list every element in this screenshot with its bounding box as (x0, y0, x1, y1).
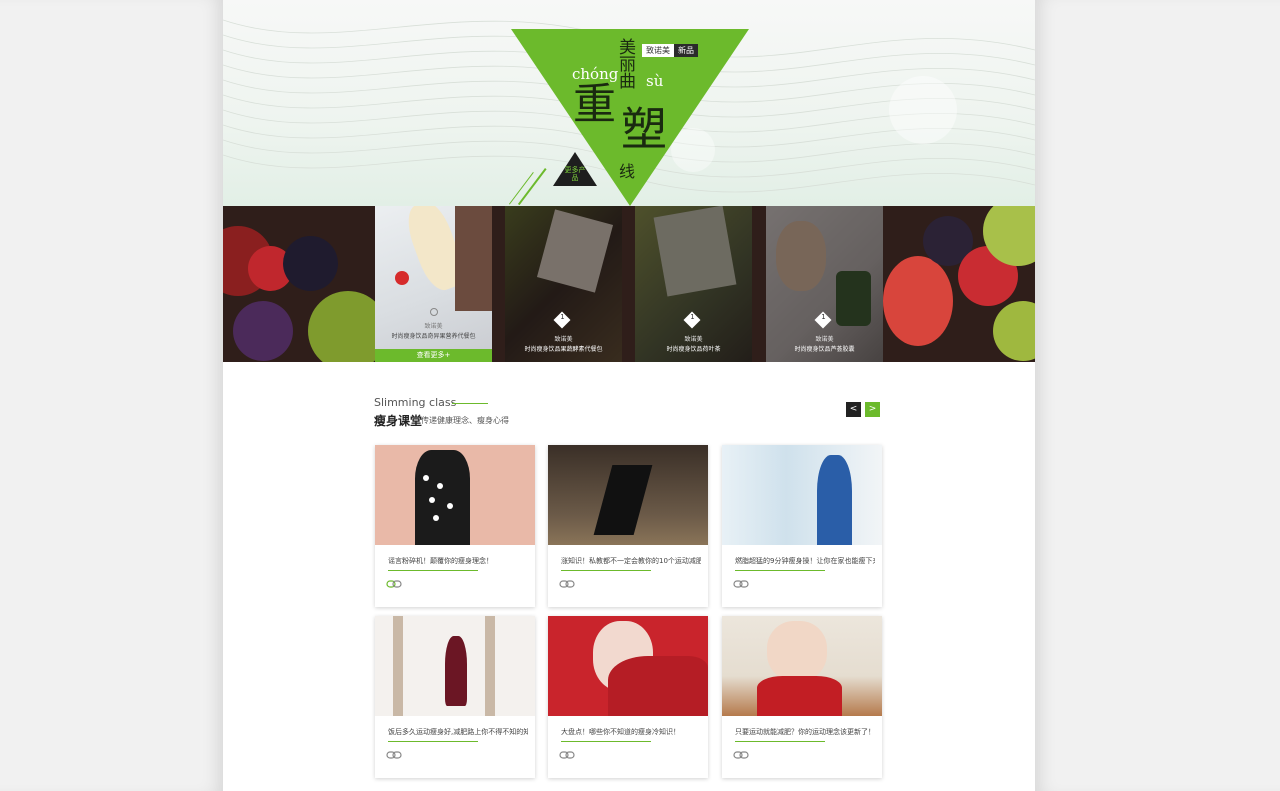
link-icon[interactable] (386, 750, 402, 760)
grapefruit-decoration (883, 256, 953, 346)
article-underline (735, 570, 825, 571)
article-underline (735, 741, 825, 742)
view-more-button[interactable]: 查看更多+ (375, 349, 492, 362)
article-title[interactable]: 涨知识！私教都不一定会教你的10个运动减肥误... (561, 556, 701, 566)
product-brand: 致诺美 (815, 336, 834, 343)
product-card[interactable]: 1 致诺美 时尚瘦身饮品果蔬酵素代餐包 (505, 206, 622, 362)
product-card[interactable]: 1 致诺美 时尚瘦身饮品芦荟胶囊 (766, 206, 883, 362)
prev-button[interactable]: < (846, 402, 861, 417)
article-image (548, 445, 708, 545)
product-desc: 时尚瘦身饮品果蔬酵素代餐包 (524, 346, 603, 353)
next-button[interactable]: > (865, 402, 880, 417)
scroll-indicator-icon (430, 308, 438, 316)
product-desc: 时尚瘦身饮品芦荟胶囊 (794, 346, 855, 353)
article-title[interactable]: 饭后多久运动瘦身好,减肥路上你不得不知的知识 (388, 727, 528, 737)
brand-tag: 致诺美 (642, 44, 674, 57)
product-desc: 时尚瘦身饮品奇异果营养代餐包 (391, 333, 476, 340)
link-icon[interactable] (386, 579, 402, 589)
section-title-underline (452, 403, 488, 404)
link-icon[interactable] (733, 750, 749, 760)
article-title[interactable]: 谣言粉碎机！颠覆你的瘦身理念！ (388, 556, 528, 566)
section-title-cn: 瘦身课堂 (374, 414, 423, 428)
article-card[interactable]: 大盘点！哪些你不知道的瘦身冷知识！ (548, 616, 708, 778)
product-card[interactable]: 1 致诺美 时尚瘦身饮品荷叶茶 (635, 206, 752, 362)
hero-pinyin-su: sù (646, 72, 664, 90)
blackberry-decoration (283, 236, 338, 291)
hero-title-xian: 线 (619, 162, 636, 181)
link-icon[interactable] (559, 750, 575, 760)
article-card[interactable]: 谣言粉碎机！颠覆你的瘦身理念！ (375, 445, 535, 607)
article-card[interactable]: 饭后多久运动瘦身好,减肥路上你不得不知的知识 (375, 616, 535, 778)
link-icon[interactable] (559, 579, 575, 589)
article-title[interactable]: 大盘点！哪些你不知道的瘦身冷知识！ (561, 727, 701, 737)
product-index: 1 (690, 313, 695, 321)
article-image (375, 445, 535, 545)
grape-decoration (233, 301, 293, 361)
product-index: 1 (560, 313, 565, 321)
hero-tags: 致诺美 新品 (642, 44, 698, 57)
product-brand: 致诺美 (684, 336, 703, 343)
article-underline (388, 570, 478, 571)
article-image (722, 616, 882, 716)
article-card[interactable]: 只要运动就能减肥？你的运动理念该更新了！ (722, 616, 882, 778)
article-underline (388, 741, 478, 742)
product-card[interactable]: 致诺美 时尚瘦身饮品奇异果营养代餐包 查看更多+ (375, 206, 492, 362)
model-image (455, 206, 492, 311)
article-image (722, 445, 882, 545)
hero-banner: 美丽曲 chóng sù 重 塑 线 致诺美 新品 更多产品 (223, 0, 1035, 206)
more-products-label[interactable]: 更多产品 (564, 166, 586, 182)
article-title[interactable]: 只要运动就能减肥？你的运动理念该更新了！ (735, 727, 875, 737)
article-underline (561, 570, 651, 571)
link-icon[interactable] (733, 579, 749, 589)
product-brand: 致诺美 (554, 336, 573, 343)
hero-title-su: 塑 (621, 102, 667, 156)
page: 美丽曲 chóng sù 重 塑 线 致诺美 新品 更多产品 致诺美 时尚瘦身饮… (223, 0, 1035, 791)
section-title-en: Slimming class (374, 396, 457, 409)
new-tag: 新品 (674, 44, 698, 57)
left-margin (0, 0, 223, 791)
article-image (548, 616, 708, 716)
section-subtitle: 传递健康理念、瘦身心得 (421, 416, 509, 425)
product-index: 1 (821, 313, 826, 321)
product-strip: 致诺美 时尚瘦身饮品奇异果营养代餐包 查看更多+ 1 致诺美 时尚瘦身饮品果蔬酵… (223, 206, 1035, 362)
strawberry-icon (395, 271, 409, 285)
right-margin (1035, 0, 1280, 791)
article-underline (561, 741, 651, 742)
article-card[interactable]: 涨知识！私教都不一定会教你的10个运动减肥误... (548, 445, 708, 607)
article-image (375, 616, 535, 716)
grape-decoration (993, 301, 1035, 361)
hero-title-zhong: 重 (573, 80, 616, 130)
product-desc: 时尚瘦身饮品荷叶茶 (666, 346, 721, 353)
article-title[interactable]: 燃脂超猛的9分钟瘦身操！让你在家也能瘦下来... (735, 556, 875, 566)
hero-title-meili: 美丽曲 (619, 38, 636, 92)
article-card[interactable]: 燃脂超猛的9分钟瘦身操！让你在家也能瘦下来... (722, 445, 882, 607)
product-brand: 致诺美 (424, 323, 443, 330)
